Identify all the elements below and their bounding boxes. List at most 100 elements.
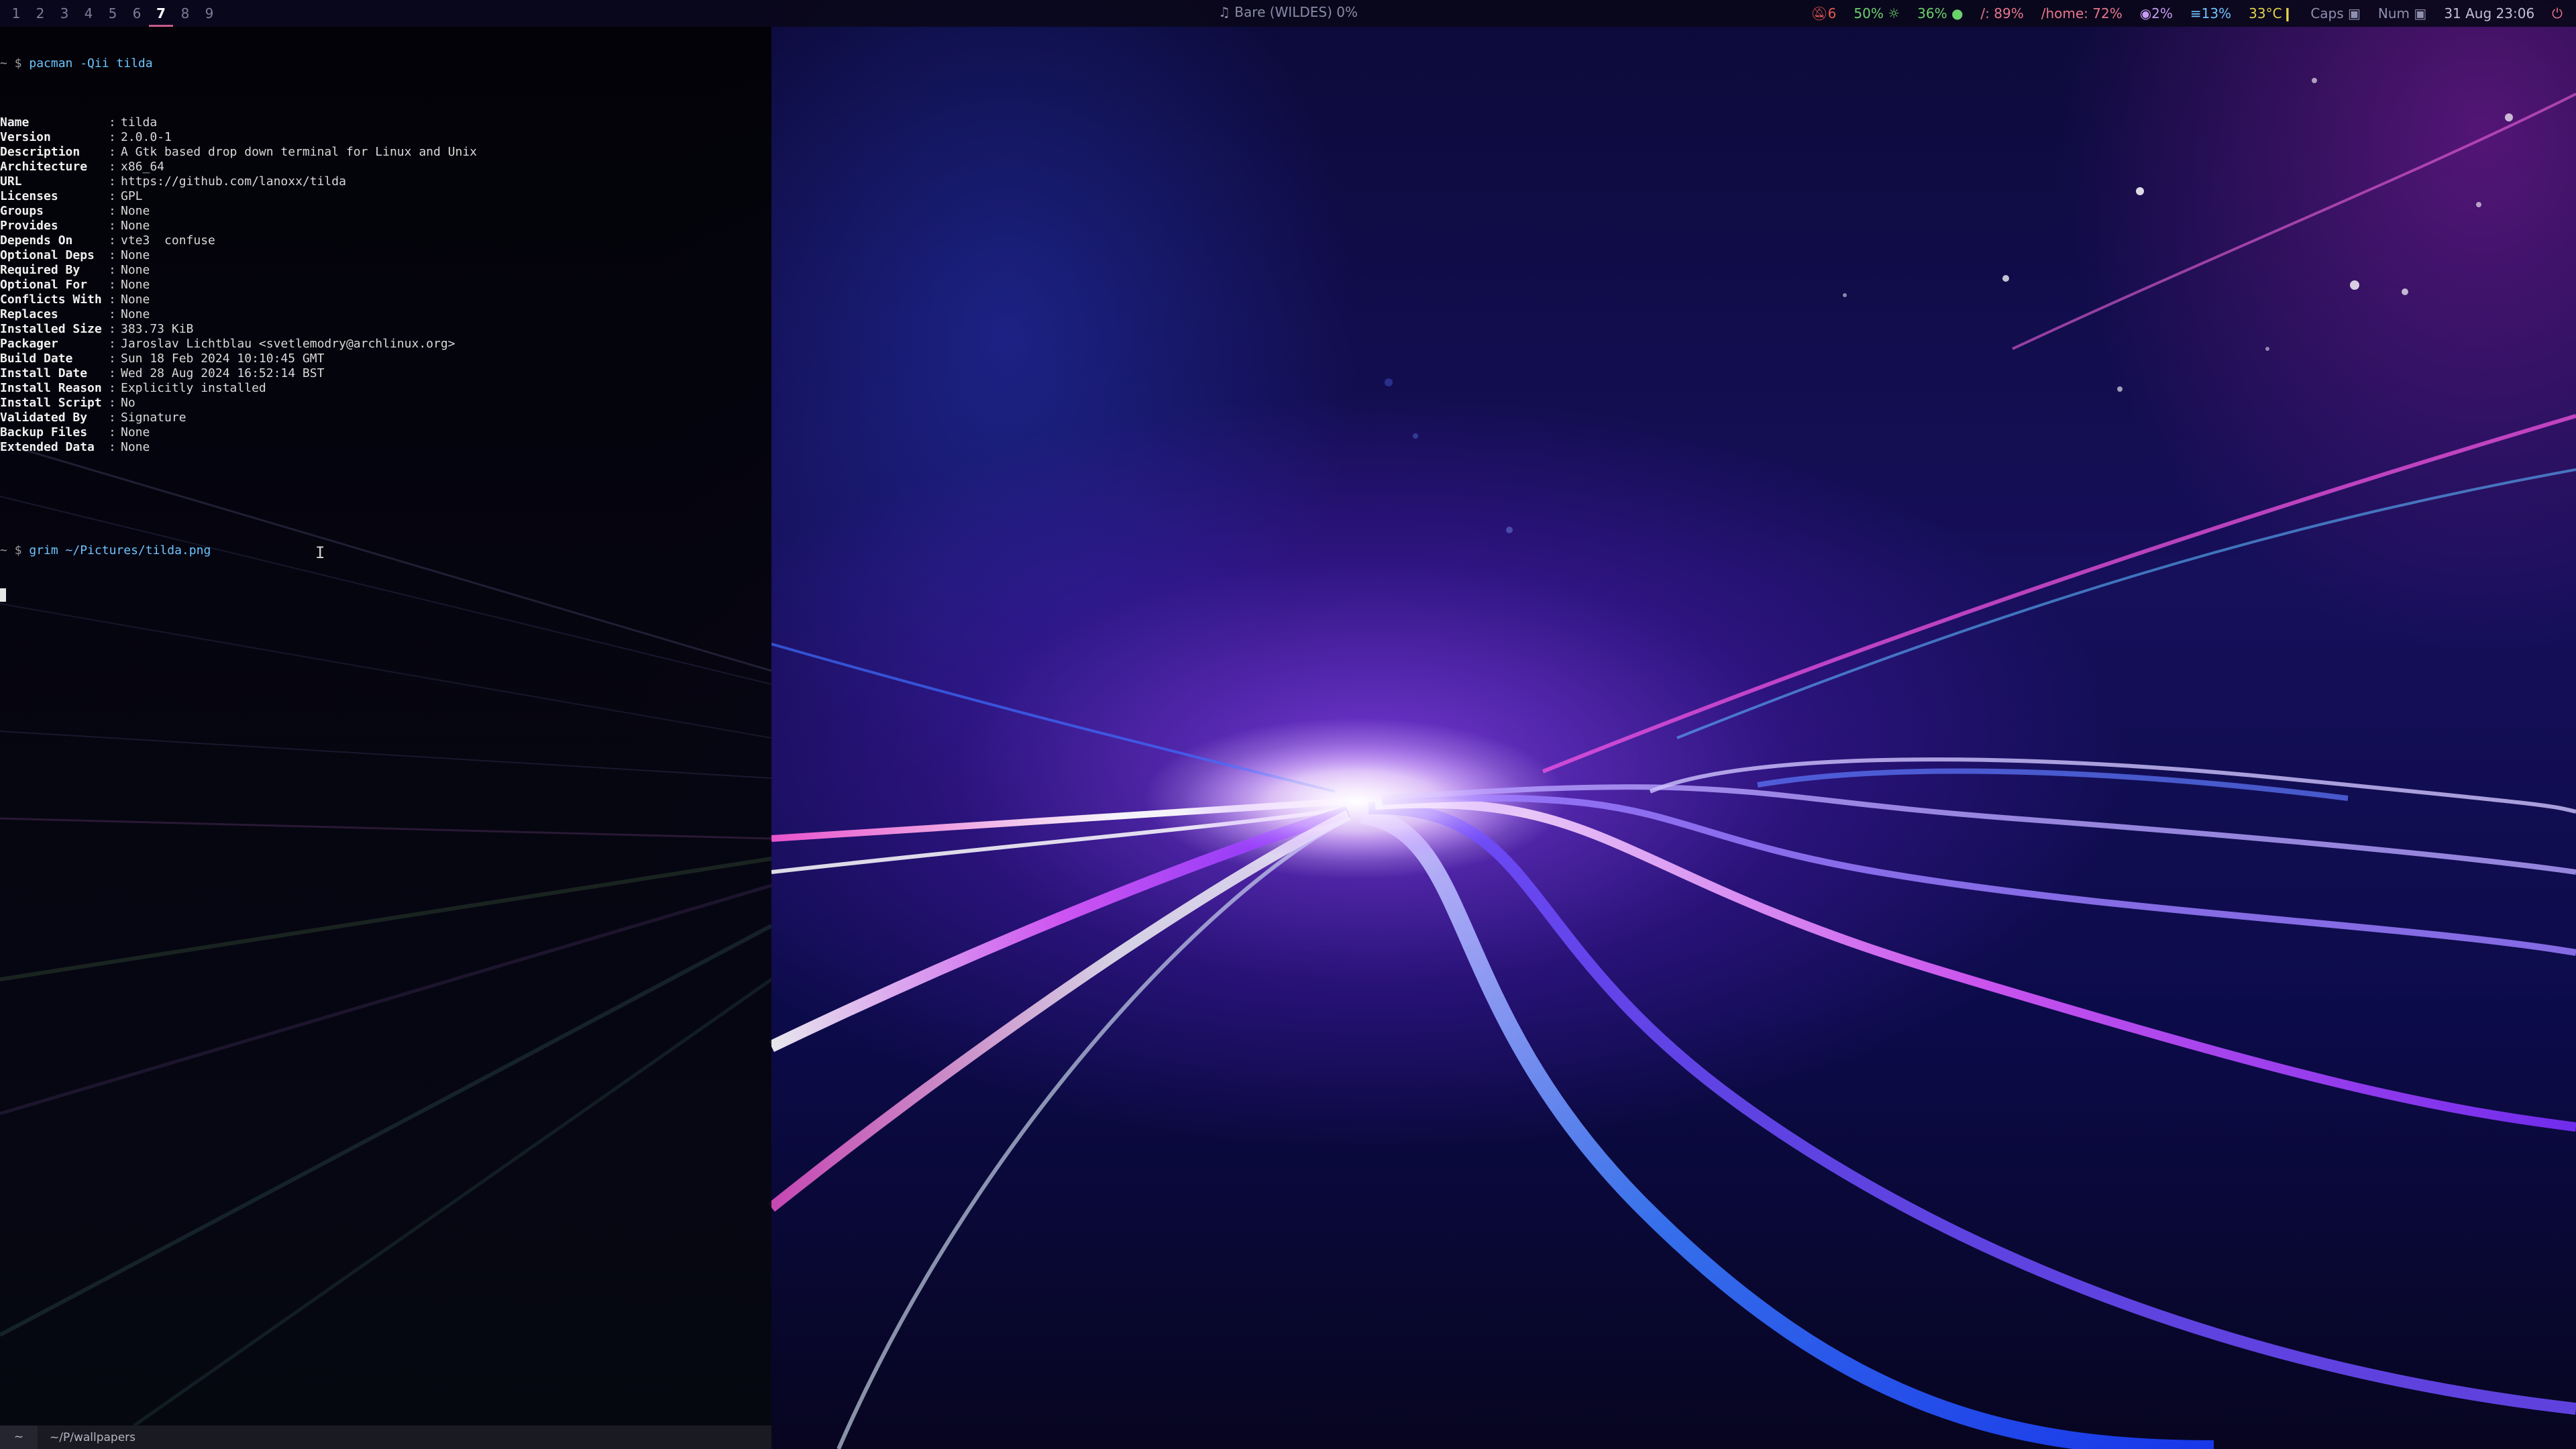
package-info-row: Build Date: Sun 18 Feb 2024 10:10:45 GMT: [0, 352, 477, 366]
workspace-5-button[interactable]: 5: [101, 0, 125, 27]
package-info-value: None: [121, 292, 150, 307]
package-info-key: Packager: [0, 337, 58, 351]
memory-value: 13%: [2201, 5, 2232, 21]
cpu-indicator[interactable]: ◉2%: [2140, 0, 2173, 27]
caps-lock-indicator[interactable]: Caps ▣: [2310, 0, 2361, 27]
package-info-separator: :: [109, 219, 116, 233]
temperature-indicator[interactable]: 33°C❙: [2249, 0, 2293, 27]
package-info-value: 2.0.0-1: [121, 130, 172, 144]
package-info-value: Jaroslav Lichtblau <svetlemodry@archlinu…: [121, 337, 455, 351]
brightness-indicator[interactable]: 50% ☼: [1854, 0, 1900, 27]
statusline-mode: ~: [0, 1426, 38, 1449]
cpu-icon: ◉: [2139, 5, 2152, 21]
cpu-value: 2%: [2151, 5, 2173, 21]
package-info-key: Name: [0, 115, 30, 129]
package-info-value: A Gtk based drop down terminal for Linux…: [121, 145, 478, 159]
command-line: ~ $ grim ~/Pictures/tilda.png: [0, 543, 477, 558]
notifications-indicator[interactable]: 🔕︎6: [1811, 0, 1836, 27]
num-label: Num: [2377, 5, 2410, 21]
package-info-key: Optional For: [0, 278, 88, 292]
package-info-row: Extended Data: None: [0, 440, 477, 455]
cursor-line: [0, 588, 477, 602]
clock[interactable]: 31 Aug 23:06: [2444, 0, 2534, 27]
workspace-8-button[interactable]: 8: [173, 0, 197, 27]
package-info-separator: :: [109, 425, 116, 439]
package-info-value: tilda: [121, 115, 158, 129]
i-beam-cursor-icon: I: [315, 543, 325, 562]
workspace-6-button[interactable]: 6: [125, 0, 149, 27]
notifications-count: 6: [1827, 5, 1837, 21]
prompt: ~ $: [0, 56, 22, 70]
package-info-key: URL: [0, 174, 22, 189]
package-info-key: Architecture: [0, 160, 88, 174]
home-disk-indicator[interactable]: /home: 72%: [2041, 0, 2123, 27]
terminal-window[interactable]: ~ $ pacman -Qii tilda Name: tilda Version:…: [0, 27, 771, 1426]
package-info-key: Install Date: [0, 366, 88, 380]
package-info-row: Version:2.0.0-1: [0, 130, 477, 145]
package-info-row: Name: tilda: [0, 115, 477, 130]
top-bar: 1 2 3 4 5 6 7 8 9 ♫ Bare (WILDES) 0% 🔕︎6…: [0, 0, 2576, 27]
microphone-icon: ●: [1947, 5, 1964, 21]
package-info-row: URL: https://github.com/lanoxx/tilda: [0, 174, 477, 189]
package-info-separator: :: [109, 204, 116, 218]
package-info-row: Install Script: No: [0, 396, 477, 411]
caps-label: Caps: [2310, 5, 2344, 21]
package-info-key: Replaces: [0, 307, 58, 321]
media-now-playing[interactable]: ♫ Bare (WILDES) 0%: [1208, 0, 1368, 24]
package-info-separator: :: [109, 115, 116, 129]
package-info-value: GPL: [121, 189, 143, 203]
volume-value: 36%: [1917, 5, 1947, 21]
terminal-output: ~ $ pacman -Qii tilda Name: tilda Version:…: [0, 27, 477, 632]
package-info-value: None: [121, 204, 150, 218]
num-lock-indicator[interactable]: Num ▣: [2378, 0, 2426, 27]
package-info-row: Required By: None: [0, 263, 477, 278]
package-info-value: None: [121, 263, 150, 277]
package-info-row: Groups: None: [0, 204, 477, 219]
package-info-separator: :: [109, 292, 116, 307]
package-info-value: 383.73 KiB: [121, 322, 194, 336]
package-info-separator: :: [109, 366, 116, 380]
package-info-key: Validated By: [0, 411, 88, 425]
package-info-separator: :: [109, 130, 116, 144]
package-info-row: Install Reason: Explicitly installed: [0, 381, 477, 396]
memory-indicator[interactable]: ≡13%: [2190, 0, 2231, 27]
package-info-row: Validated By: Signature: [0, 411, 477, 425]
package-info-row: Depends On: vte3 confuse: [0, 233, 477, 248]
package-info-key: Provides: [0, 219, 58, 233]
package-info-key: Extended Data: [0, 440, 95, 454]
package-info-row: Packager: Jaroslav Lichtblau <svetlemodry…: [0, 337, 477, 352]
power-icon[interactable]: ⏻: [2552, 0, 2563, 27]
workspace-4-button[interactable]: 4: [76, 0, 101, 27]
package-info-row: Install Date: Wed 28 Aug 2024 16:52:14 BS…: [0, 366, 477, 381]
text-cursor: [0, 588, 6, 602]
workspace-1-button[interactable]: 1: [4, 0, 28, 27]
package-info-separator: :: [109, 396, 116, 410]
workspace-2-button[interactable]: 2: [28, 0, 52, 27]
volume-indicator[interactable]: 36% ●: [1917, 0, 1963, 27]
package-info-value: Wed 28 Aug 2024 16:52:14 BST: [121, 366, 325, 380]
package-info-separator: :: [109, 322, 116, 336]
terminal-statusline: ~ ~/P/wallpapers: [0, 1426, 771, 1449]
package-info-value: Explicitly installed: [121, 381, 266, 395]
workspace-9-button[interactable]: 9: [197, 0, 221, 27]
workspace-switcher: 1 2 3 4 5 6 7 8 9: [4, 0, 221, 27]
bell-icon: 🔕︎: [1811, 5, 1828, 21]
package-info-separator: :: [109, 307, 116, 321]
prompt: ~ $: [0, 543, 22, 557]
package-info-row: Optional For: None: [0, 278, 477, 292]
workspace-7-button[interactable]: 7: [149, 0, 173, 27]
package-info-key: Depends On: [0, 233, 73, 248]
lock-icon: ▣: [2410, 5, 2427, 21]
workspace-3-button[interactable]: 3: [52, 0, 76, 27]
package-info-value: Sun 18 Feb 2024 10:10:45 GMT: [121, 352, 325, 366]
package-info-separator: :: [109, 233, 116, 248]
package-info-value: None: [121, 248, 150, 262]
package-info-separator: :: [109, 278, 116, 292]
root-disk-indicator[interactable]: /: 89%: [1980, 0, 2023, 27]
package-info-key: Conflicts With: [0, 292, 102, 307]
thermometer-icon: ❙: [2282, 5, 2294, 21]
status-tray: 🔕︎6 50% ☼ 36% ● /: 89% /home: 72% ◉2% ≡1…: [1811, 0, 2563, 27]
statusline-path: ~/P/wallpapers: [50, 1430, 136, 1444]
package-info-key: Version: [0, 130, 51, 144]
